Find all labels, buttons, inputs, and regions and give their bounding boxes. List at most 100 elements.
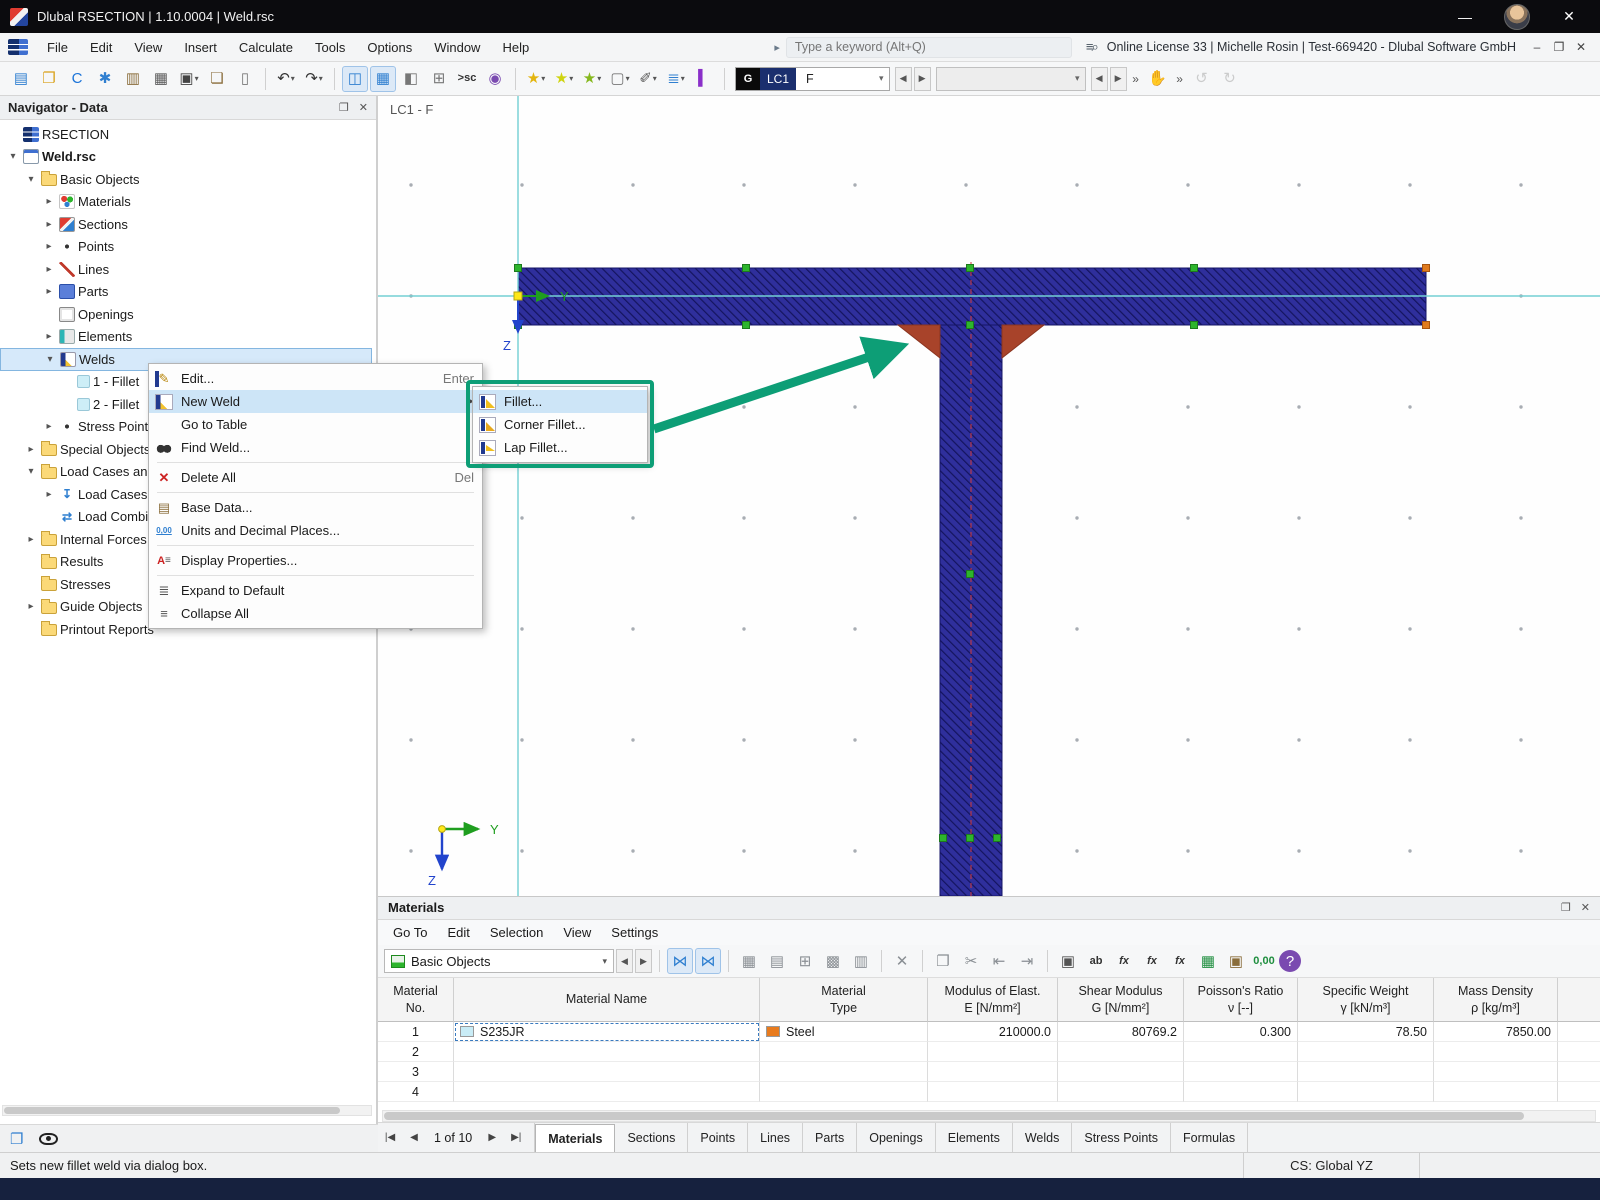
green-handle[interactable] xyxy=(743,265,750,272)
rename-button[interactable]: ab xyxy=(1083,948,1109,974)
favorites-green-button[interactable]: ★▾ xyxy=(579,66,605,92)
table-cell[interactable] xyxy=(1298,1042,1434,1062)
menu-edit[interactable]: Edit xyxy=(79,33,123,62)
first-page-button[interactable]: |◀ xyxy=(378,1123,402,1152)
green-handle[interactable] xyxy=(967,265,974,272)
format-brush-button[interactable]: ✐▾ xyxy=(635,66,661,92)
tab-points[interactable]: Points xyxy=(688,1123,748,1152)
table-cell[interactable]: 78.50 xyxy=(1298,1022,1434,1042)
tree-open-arrow-icon[interactable]: ▾ xyxy=(24,466,38,477)
menu-window[interactable]: Window xyxy=(423,33,491,62)
minimize-button[interactable] xyxy=(1452,9,1478,25)
context-menu-item-base-data[interactable]: Base Data... xyxy=(149,496,482,519)
materials-float-icon[interactable] xyxy=(1561,901,1571,914)
table-cell[interactable] xyxy=(760,1082,928,1102)
table-cell[interactable]: 1 xyxy=(378,1022,454,1042)
table-cell[interactable] xyxy=(454,1062,760,1082)
export-table-button[interactable]: ⇥ xyxy=(1014,948,1040,974)
delete-rows-button[interactable]: ✕ xyxy=(889,948,915,974)
green-handle[interactable] xyxy=(967,571,974,578)
save-button[interactable]: ▦ xyxy=(148,66,174,92)
chevron-down-icon[interactable]: ▾ xyxy=(569,74,573,83)
open-model-button[interactable]: ❐ xyxy=(36,66,62,92)
tree-closed-arrow-icon[interactable]: ▸ xyxy=(42,421,56,432)
materials-horizontal-scrollbar[interactable] xyxy=(382,1110,1596,1122)
table-cell[interactable] xyxy=(454,1082,760,1102)
context-menu-item-delete-all[interactable]: Delete AllDel xyxy=(149,466,482,489)
view-tables-button[interactable]: ▦ xyxy=(370,66,396,92)
green-handle[interactable] xyxy=(967,322,974,329)
table-next-button[interactable]: ▶ xyxy=(635,949,652,973)
close-button[interactable] xyxy=(1556,8,1582,25)
materials-menu-go-to[interactable]: Go To xyxy=(384,920,436,945)
tree-item-parts[interactable]: ▸Parts xyxy=(0,281,376,304)
tree-closed-arrow-icon[interactable]: ▸ xyxy=(24,534,38,545)
favorites-new-button[interactable]: ★▾ xyxy=(551,66,577,92)
pan-button[interactable]: ✋ xyxy=(1145,66,1171,92)
collapse-arrow-icon[interactable] xyxy=(774,41,780,54)
table-cell[interactable]: Steel xyxy=(760,1022,928,1042)
render-mode-button[interactable]: ◉ xyxy=(482,66,508,92)
menu-insert[interactable]: Insert xyxy=(173,33,228,62)
rotate-right-button[interactable]: ↻ xyxy=(1217,66,1243,92)
table-cell[interactable] xyxy=(1058,1062,1184,1082)
settings-button[interactable]: ✱ xyxy=(92,66,118,92)
tree-item-materials[interactable]: ▸Materials xyxy=(0,191,376,214)
materials-menu-settings[interactable]: Settings xyxy=(602,920,667,945)
context-menu-item-display-properties[interactable]: Display Properties... xyxy=(149,549,482,572)
chevron-down-icon[interactable]: ▾ xyxy=(602,956,607,967)
load-case-combobox[interactable]: GLC1F▾ xyxy=(735,67,890,91)
table-cell[interactable] xyxy=(454,1042,760,1062)
rotate-left-button[interactable]: ↺ xyxy=(1189,66,1215,92)
redo-button[interactable]: ↷▾ xyxy=(301,66,327,92)
table-cell[interactable]: 4 xyxy=(378,1082,454,1102)
cut-row-button[interactable]: ✂ xyxy=(958,948,984,974)
table-cell[interactable] xyxy=(1058,1042,1184,1062)
orange-handle[interactable] xyxy=(1423,322,1430,329)
search-list-icon[interactable] xyxy=(1086,39,1097,55)
formula-edit-button[interactable]: fx xyxy=(1167,948,1193,974)
chevron-down-icon[interactable]: ▾ xyxy=(653,74,657,83)
next-page-button[interactable]: ▶ xyxy=(480,1123,504,1152)
new-model-button[interactable]: ▤ xyxy=(8,66,34,92)
table-cell[interactable]: 80769.2 xyxy=(1058,1022,1184,1042)
submenu-item-fillet[interactable]: Fillet... xyxy=(473,390,647,413)
tree-item-lines[interactable]: ▸Lines xyxy=(0,258,376,281)
tab-welds[interactable]: Welds xyxy=(1013,1123,1073,1152)
print-button[interactable]: ▣▾ xyxy=(176,66,202,92)
fill-pattern-button[interactable]: ▩ xyxy=(820,948,846,974)
formula-clear-button[interactable]: fx xyxy=(1139,948,1165,974)
tab-sections[interactable]: Sections xyxy=(615,1123,688,1152)
context-menu-item-edit[interactable]: Edit...Enter xyxy=(149,367,482,390)
copy-button[interactable]: ❏ xyxy=(204,66,230,92)
tree-closed-arrow-icon[interactable]: ▸ xyxy=(24,444,38,455)
view-model-button[interactable]: ◫ xyxy=(342,66,368,92)
navigator-float-icon[interactable] xyxy=(339,101,349,114)
menu-tools[interactable]: Tools xyxy=(304,33,356,62)
tree-item-openings[interactable]: Openings xyxy=(0,303,376,326)
to-scale-button[interactable]: >sc xyxy=(454,66,480,92)
tree-closed-arrow-icon[interactable]: ▸ xyxy=(42,196,56,207)
prev-page-button[interactable]: ◀ xyxy=(402,1123,426,1152)
visibility-eye-icon[interactable] xyxy=(39,1133,58,1145)
table-cell[interactable] xyxy=(1434,1042,1558,1062)
context-menu-item-collapse-all[interactable]: Collapse All xyxy=(149,602,482,625)
submenu-item-corner-fillet[interactable]: Corner Fillet... xyxy=(473,413,647,436)
chevron-down-icon[interactable]: ▾ xyxy=(195,74,199,83)
toolbar-overflow-button[interactable]: » xyxy=(1129,72,1143,86)
tab-parts[interactable]: Parts xyxy=(803,1123,857,1152)
table-cell[interactable] xyxy=(928,1062,1058,1082)
table-cell[interactable]: S235JR xyxy=(454,1022,760,1042)
tab-formulas[interactable]: Formulas xyxy=(1171,1123,1248,1152)
green-handle[interactable] xyxy=(967,835,974,842)
import-table-button[interactable]: ⇤ xyxy=(986,948,1012,974)
green-handle[interactable] xyxy=(515,265,522,272)
mdi-close-button[interactable] xyxy=(1570,40,1592,54)
table-cell[interactable] xyxy=(1434,1062,1558,1082)
tree-item-sections[interactable]: ▸Sections xyxy=(0,213,376,236)
tree-closed-arrow-icon[interactable]: ▸ xyxy=(42,219,56,230)
clipboard-button[interactable]: ▯ xyxy=(232,66,258,92)
mdi-minimize-button[interactable] xyxy=(1526,40,1548,54)
table-cell[interactable]: 210000.0 xyxy=(928,1022,1058,1042)
table-cell[interactable] xyxy=(928,1042,1058,1062)
